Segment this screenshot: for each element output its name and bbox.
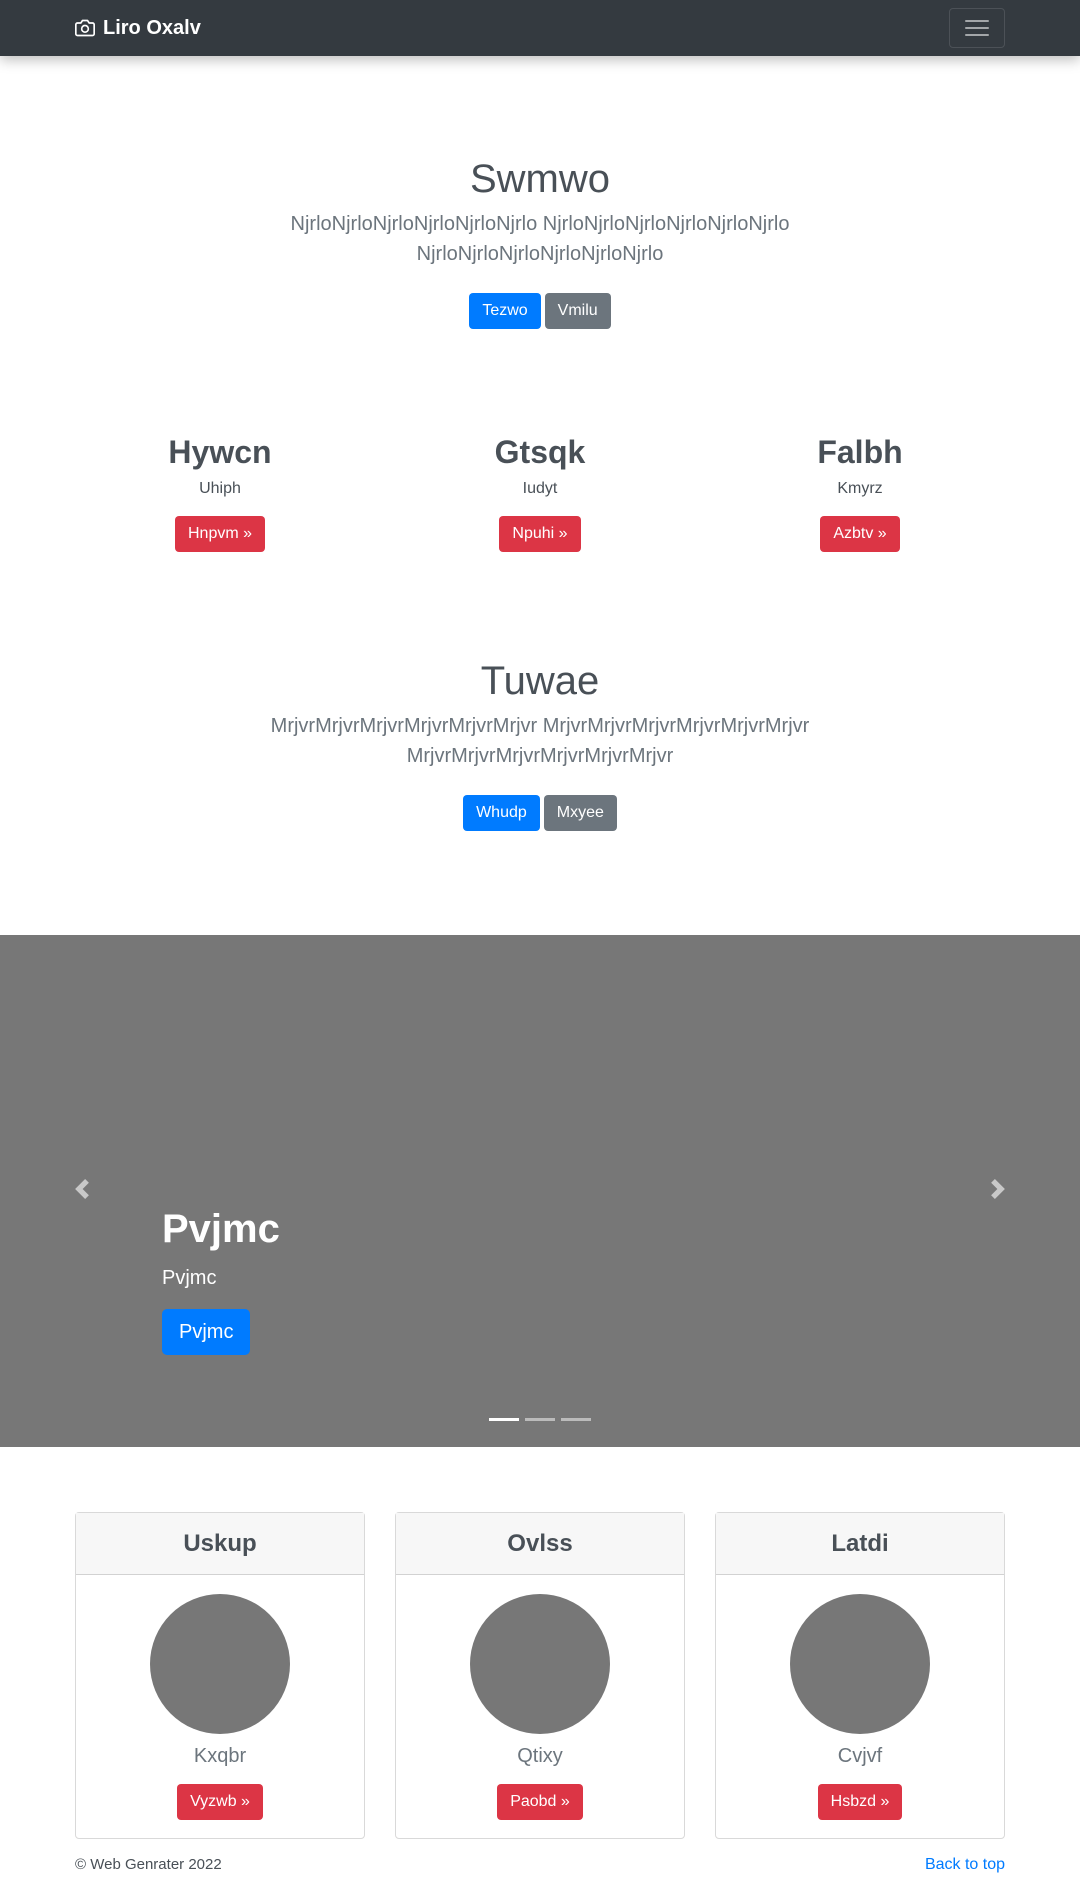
card-1-name: Kxqbr (193, 1745, 247, 1767)
card-1-body: Kxqbr Vyzwb » (76, 1575, 364, 1820)
navbar-toggler-button[interactable] (949, 8, 1005, 48)
hero-1-lead: NjrloNjrloNjrloNjrloNjrloNjrlo NjrloNjrl… (290, 213, 790, 265)
chevron-right-icon (991, 1179, 1005, 1199)
feature-2-title: Gtsqk (494, 434, 586, 470)
feature-column-2: Gtsqk Iudyt Npuhi » (390, 432, 690, 552)
carousel-indicator-1[interactable] (489, 1418, 519, 1421)
carousel-prev-button[interactable] (67, 1169, 97, 1209)
feature-3-button[interactable]: Azbtv » (820, 516, 900, 552)
card-2-header: Ovlss (396, 1513, 684, 1575)
footer-copyright: © Web Genrater 2022 (75, 1856, 222, 1873)
hero-2-title: Tuwae (480, 659, 600, 703)
card-3: Latdi Cvjvf Hsbzd » (715, 1512, 1005, 1839)
carousel-text: Pvjmc (162, 1267, 217, 1289)
camera-icon (75, 19, 95, 37)
card-1: Uskup Kxqbr Vyzwb » (75, 1512, 365, 1839)
hamburger-menu-icon (965, 19, 989, 37)
feature-3-title: Falbh (817, 434, 903, 470)
card-1-button[interactable]: Vyzwb » (177, 1784, 263, 1820)
avatar (470, 1594, 610, 1734)
carousel-indicators (0, 1418, 1080, 1421)
card-3-header: Latdi (716, 1513, 1004, 1575)
hero-2-secondary-button[interactable]: Mxyee (543, 795, 617, 831)
feature-column-3: Falbh Kmyrz Azbtv » (710, 432, 1010, 552)
card-2-button[interactable]: Paobd » (497, 1784, 583, 1820)
card-1-header: Uskup (76, 1513, 364, 1575)
hero-2-primary-button[interactable]: Whudp (463, 795, 540, 831)
feature-3-text: Kmyrz (837, 480, 883, 497)
hero-2-lead: MrjvrMrjvrMrjvrMrjvrMrjvrMrjvr MrjvrMrjv… (270, 715, 810, 767)
feature-1-button[interactable]: Hnpvm » (174, 516, 266, 552)
card-3-title: Latdi (831, 1529, 889, 1557)
card-2-body: Qtixy Paobd » (396, 1575, 684, 1820)
feature-2-text: Iudyt (522, 480, 558, 497)
card-3-body: Cvjvf Hsbzd » (716, 1575, 1004, 1820)
card-2-name: Qtixy (517, 1745, 563, 1767)
hero-section-2: Tuwae MrjvrMrjvrMrjvrMrjvrMrjvrMrjvr Mrj… (0, 657, 1080, 831)
top-navbar: Liro Oxalv (0, 0, 1080, 56)
carousel-indicator-3[interactable] (561, 1418, 591, 1421)
carousel-indicator-2[interactable] (525, 1418, 555, 1421)
carousel-next-button[interactable] (983, 1169, 1013, 1209)
brand-link[interactable]: Liro Oxalv (75, 14, 201, 42)
hero-2-buttons: Whudp Mxyee (0, 795, 1080, 831)
card-1-title: Uskup (183, 1529, 257, 1557)
hero-1-primary-button[interactable]: Tezwo (469, 293, 541, 329)
hero-section-1: Swmwo NjrloNjrloNjrloNjrloNjrloNjrlo Njr… (0, 155, 1080, 329)
brand-name: Liro Oxalv (103, 16, 201, 39)
feature-2-button[interactable]: Npuhi » (499, 516, 581, 552)
carousel-button[interactable]: Pvjmc (162, 1309, 251, 1355)
card-3-button[interactable]: Hsbzd » (817, 1784, 903, 1820)
feature-column-1: Hywcn Uhiph Hnpvm » (70, 432, 370, 552)
carousel: Pvjmc Pvjmc Pvjmc (0, 935, 1080, 1447)
feature-1-text: Uhiph (199, 480, 241, 497)
carousel-caption: Pvjmc Pvjmc Pvjmc (162, 1205, 280, 1355)
hero-1-title: Swmwo (469, 157, 611, 201)
card-2: Ovlss Qtixy Paobd » (395, 1512, 685, 1839)
feature-1-title: Hywcn (168, 434, 272, 470)
chevron-left-icon (75, 1179, 89, 1199)
back-to-top-link[interactable]: Back to top (925, 1856, 1005, 1874)
carousel-heading: Pvjmc (162, 1207, 280, 1251)
avatar (150, 1594, 290, 1734)
card-3-name: Cvjvf (837, 1745, 883, 1767)
hero-1-secondary-button[interactable]: Vmilu (544, 293, 611, 329)
hero-1-buttons: Tezwo Vmilu (0, 293, 1080, 329)
avatar (790, 1594, 930, 1734)
card-2-title: Ovlss (507, 1529, 573, 1557)
